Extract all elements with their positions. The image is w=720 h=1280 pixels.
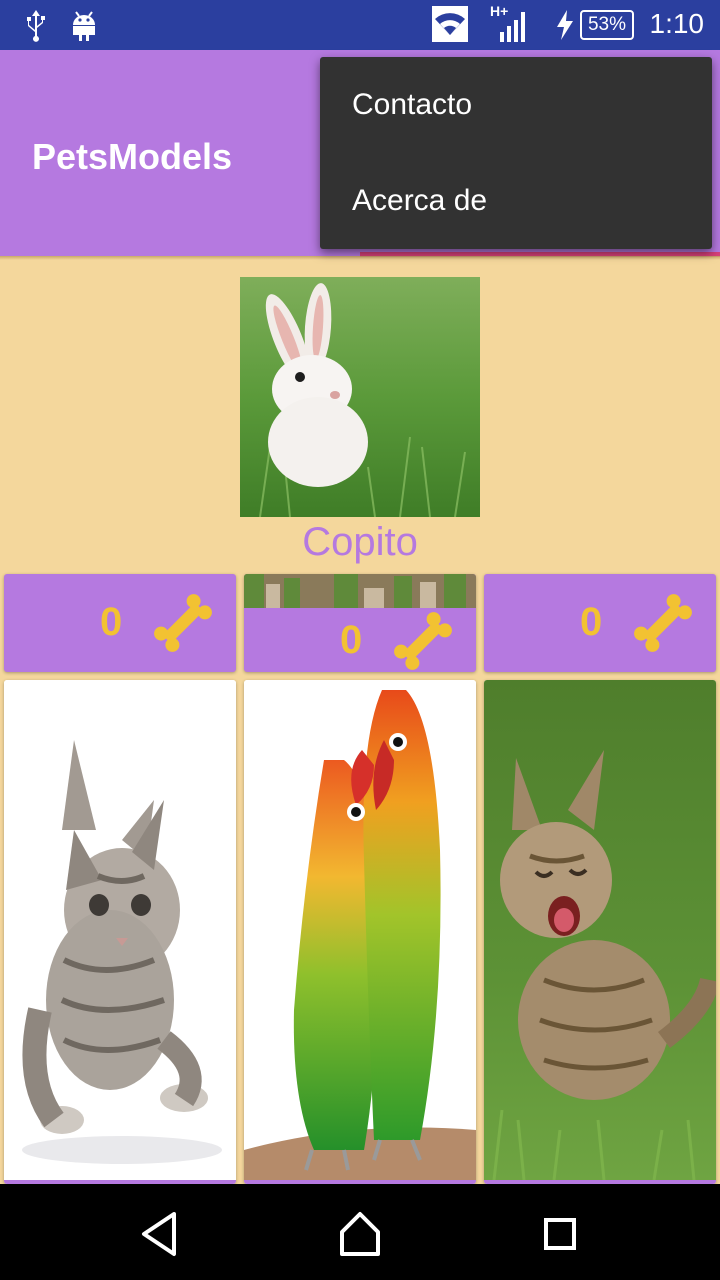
bone-icon[interactable] (630, 590, 696, 656)
signal-icon (500, 12, 525, 42)
app-bar-shadow (0, 256, 720, 260)
pet-card[interactable] (244, 680, 476, 1184)
status-time: 1:10 (649, 8, 705, 39)
wifi-icon (432, 6, 468, 42)
app-title: PetsModels (32, 136, 233, 177)
menu-item-contacto[interactable]: Contacto (320, 57, 712, 153)
charging-icon (557, 10, 573, 40)
overflow-menu: Contacto Acerca de (320, 57, 712, 249)
featured-pet-photo[interactable] (240, 277, 480, 517)
kitten-on-grass-image (484, 680, 716, 1181)
usb-icon (27, 10, 45, 42)
recents-icon[interactable] (528, 1202, 592, 1266)
kitten-image (4, 680, 236, 1180)
featured-pet-name: Copito (302, 520, 418, 564)
pet-card[interactable] (484, 680, 716, 1184)
bone-icon[interactable] (150, 590, 216, 656)
card-like-bar: 0 (244, 574, 476, 672)
card-like-bar: 0 (4, 574, 236, 672)
back-icon[interactable] (128, 1202, 192, 1266)
rabbit-image (240, 277, 480, 517)
navigation-bar (0, 1184, 720, 1280)
lovebirds-image (244, 680, 476, 1180)
bone-icon[interactable] (390, 608, 456, 672)
menu-item-acerca-de[interactable]: Acerca de (320, 153, 712, 249)
status-bar: H+ 53% 1:10 (0, 0, 720, 50)
battery-icon: 53% (580, 10, 634, 40)
card-like-bar: 0 (484, 574, 716, 672)
like-count: 0 (100, 600, 123, 644)
like-count: 0 (580, 600, 603, 644)
pet-card[interactable] (4, 680, 236, 1184)
home-icon[interactable] (328, 1202, 392, 1266)
android-icon (73, 11, 95, 41)
pet-photo-partial (244, 574, 476, 608)
like-count: 0 (340, 618, 363, 662)
